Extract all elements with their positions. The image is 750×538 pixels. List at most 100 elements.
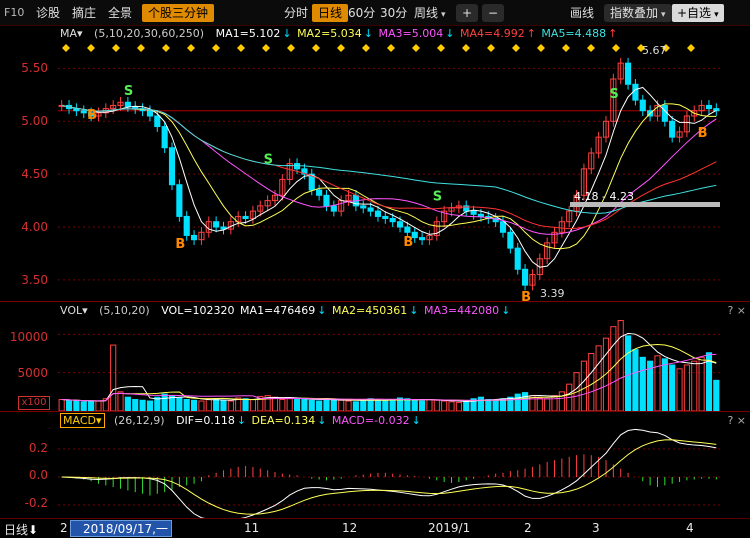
price-tick-500: 5.00 bbox=[21, 114, 48, 128]
vol-indicator-selector[interactable]: VOL▾ bbox=[60, 304, 88, 317]
volume-bar bbox=[183, 399, 190, 411]
sell-signal: S bbox=[433, 190, 442, 205]
event-marker-icon bbox=[387, 44, 395, 52]
zoom-in-button[interactable]: + bbox=[456, 4, 479, 22]
volume-chart[interactable] bbox=[58, 319, 720, 411]
dif-value: DIF=0.118 bbox=[176, 414, 235, 427]
candle-body bbox=[146, 110, 154, 117]
f10-button[interactable]: F10 bbox=[4, 4, 24, 22]
candle-body bbox=[374, 210, 382, 217]
fullview-button[interactable]: 全景 bbox=[108, 4, 132, 22]
macd-panel: MACD▾ (26,12,9) DIF=0.118 ↓ DEA=0.134 ↓ MA… bbox=[0, 411, 750, 519]
volume-bar bbox=[242, 398, 249, 411]
capture-button[interactable]: 摘庄 bbox=[72, 4, 96, 22]
macd-panel-controls[interactable]: ? × bbox=[727, 414, 746, 427]
event-marker-icon bbox=[187, 44, 195, 52]
volume-bar bbox=[433, 399, 440, 411]
volume-bar bbox=[514, 393, 521, 411]
chevron-down-icon: ▾ bbox=[714, 10, 719, 20]
date-tick-mar: 3 bbox=[592, 521, 600, 535]
candle-body bbox=[639, 99, 646, 112]
volume-bar bbox=[117, 391, 124, 411]
candle-body bbox=[161, 126, 168, 149]
tab-60min[interactable]: 60分 bbox=[348, 4, 375, 22]
volume-bar bbox=[293, 397, 301, 411]
event-marker-icon bbox=[537, 44, 545, 52]
event-marker-icon bbox=[262, 44, 270, 52]
vol-legend: VOL▾ (5,10,20) VOL=102320 MA1=476469 ↓ MA… bbox=[60, 304, 511, 317]
volume-bar bbox=[654, 355, 661, 411]
volume-bar bbox=[455, 402, 462, 411]
price-tick-550: 5.50 bbox=[21, 61, 48, 75]
high-price-label: 5.67 bbox=[642, 44, 667, 57]
date-tick-apr: 4 bbox=[686, 521, 694, 535]
volume-bar bbox=[426, 399, 433, 411]
tab-weekly-label: 周线 bbox=[414, 6, 439, 20]
ma4-value: MA4=4.992 bbox=[459, 27, 525, 40]
add-watchlist-dropdown[interactable]: +自选 ▾ bbox=[672, 4, 724, 22]
period-switch[interactable]: 日线⬇ bbox=[4, 521, 38, 538]
date-tick-feb: 2 bbox=[524, 521, 532, 535]
price-chart[interactable]: B S B S B S B S B bbox=[58, 42, 720, 301]
candle-body bbox=[80, 110, 87, 114]
volume-bar bbox=[691, 360, 698, 411]
volume-panel: VOL▾ (5,10,20) VOL=102320 MA1=476469 ↓ MA… bbox=[0, 301, 750, 411]
buy-signal: B bbox=[521, 290, 531, 301]
buy-signal: B bbox=[698, 126, 708, 141]
tab-daily[interactable]: 日线 bbox=[312, 4, 349, 22]
volume-bar bbox=[191, 399, 198, 411]
macd-chart[interactable] bbox=[58, 428, 720, 519]
candle-body bbox=[176, 184, 183, 217]
volume-bar bbox=[676, 368, 683, 411]
candle-body bbox=[396, 221, 404, 228]
volume-bar bbox=[360, 399, 367, 411]
stock-3min-button[interactable]: 个股三分钟 bbox=[142, 4, 215, 22]
candle-body bbox=[213, 221, 220, 228]
ma5-value: MA5=4.488 bbox=[541, 27, 607, 40]
event-marker-icon bbox=[587, 44, 595, 52]
candle-body bbox=[382, 215, 389, 220]
index-overlay-dropdown[interactable]: 指数叠加 ▾ bbox=[604, 4, 672, 22]
event-marker-icon bbox=[562, 44, 570, 52]
cursor-date-box: 2018/09/17,一 bbox=[70, 520, 172, 537]
tab-weekly[interactable]: 周线 ▾ bbox=[414, 4, 446, 22]
event-marker-icon bbox=[612, 44, 620, 52]
tab-fenshi[interactable]: 分时 bbox=[284, 4, 308, 22]
candle-body bbox=[124, 101, 131, 107]
candle-body bbox=[168, 147, 176, 186]
volume-bar bbox=[65, 399, 73, 411]
tab-30min[interactable]: 30分 bbox=[380, 4, 407, 22]
volume-bar bbox=[139, 399, 146, 411]
vol-unit-badge: x100 bbox=[18, 396, 50, 410]
volume-bar bbox=[389, 399, 396, 411]
candle-body bbox=[183, 215, 190, 236]
candle-body bbox=[507, 231, 514, 249]
volume-bar bbox=[374, 399, 382, 411]
macd-tick-neg02: -0.2 bbox=[24, 496, 48, 510]
diagnose-button[interactable]: 诊股 bbox=[36, 4, 60, 22]
candle-body bbox=[389, 218, 396, 223]
volume-bar bbox=[95, 400, 102, 411]
vol-ma3: MA3=442080 bbox=[423, 304, 500, 317]
event-marker-icon bbox=[112, 44, 120, 52]
candle-body bbox=[154, 115, 161, 128]
ma-indicator-selector[interactable]: MA▾ bbox=[60, 27, 83, 40]
index-overlay-label: 指数叠加 bbox=[610, 6, 659, 20]
date-tick-jan: 2019/1 bbox=[428, 521, 471, 535]
price-panel: MA▾ (5,10,20,30,60,250) MA1=5.102 ↓ MA2=5… bbox=[0, 26, 750, 301]
macd-indicator-selector[interactable]: MACD▾ bbox=[60, 413, 105, 428]
zoom-out-button[interactable]: − bbox=[482, 4, 505, 22]
event-marker-icon bbox=[237, 44, 245, 52]
candle-body bbox=[705, 104, 713, 110]
draw-line-button[interactable]: 画线 bbox=[570, 4, 594, 22]
dif-line bbox=[61, 428, 717, 519]
candle-body bbox=[661, 104, 668, 122]
volume-bar bbox=[205, 399, 212, 411]
event-marker-icon bbox=[687, 44, 695, 52]
vol-panel-controls[interactable]: ? × bbox=[727, 304, 746, 317]
volume-bar bbox=[632, 349, 639, 411]
event-marker-icon bbox=[437, 44, 445, 52]
buy-signal: B bbox=[87, 108, 97, 123]
date-tick-oct: 2 bbox=[60, 521, 68, 535]
macd-tick-02: 0.2 bbox=[28, 441, 48, 455]
